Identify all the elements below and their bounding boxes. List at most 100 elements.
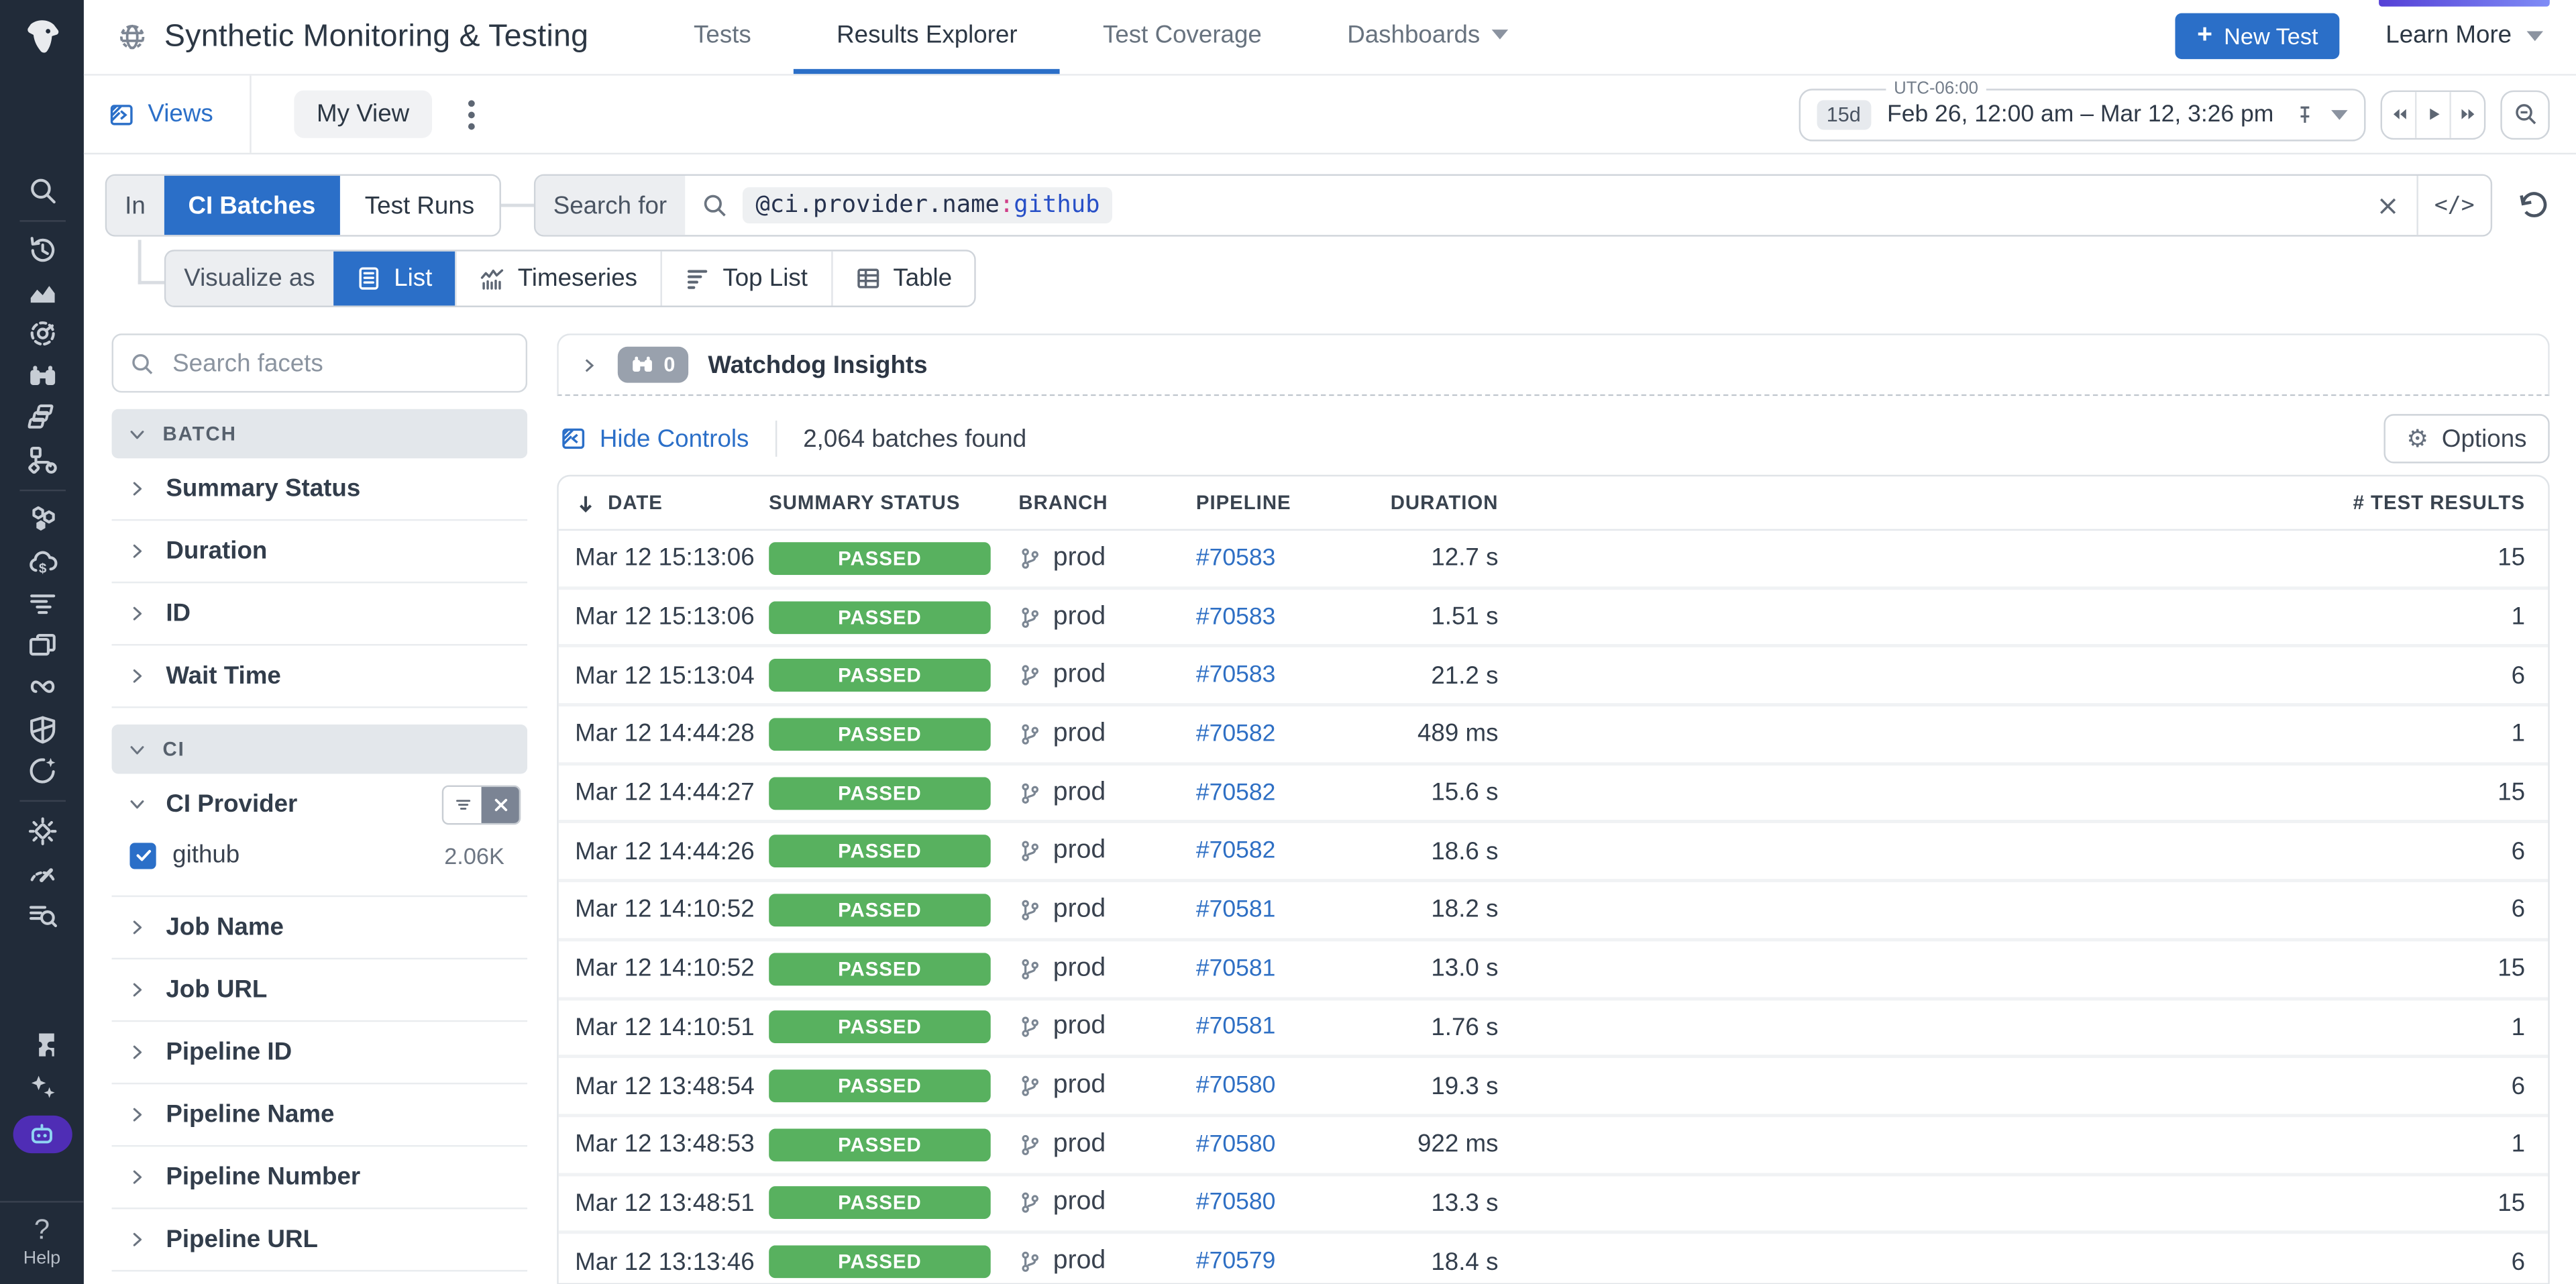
- options-button[interactable]: ⚙ Options: [2383, 414, 2550, 463]
- synthetics-sparkle-icon[interactable]: [0, 750, 84, 792]
- query-token[interactable]: @ci.provider.name:github: [743, 187, 1113, 223]
- scope-ci-batches[interactable]: CI Batches: [164, 176, 340, 235]
- pipeline-link[interactable]: #70580: [1196, 1073, 1276, 1099]
- learn-more-button[interactable]: Learn More: [2379, 0, 2550, 49]
- pipeline-link[interactable]: #70581: [1196, 1014, 1276, 1040]
- table-row[interactable]: Mar 12 15:13:04PASSEDprod#7058321.2 s6: [559, 645, 2548, 703]
- column-duration[interactable]: DURATION: [1354, 491, 1499, 514]
- facet-pipeline-number[interactable]: Pipeline Number: [112, 1146, 528, 1209]
- viz-top-list[interactable]: Top List: [660, 252, 830, 306]
- rum-icon[interactable]: [0, 625, 84, 666]
- cloud-cost-icon[interactable]: $: [0, 541, 84, 582]
- facet-duration[interactable]: Duration: [112, 521, 528, 583]
- table-row[interactable]: Mar 12 15:13:06PASSEDprod#705831.51 s1: [559, 586, 2548, 645]
- table-row[interactable]: Mar 12 14:10:51PASSEDprod#705811.76 s1: [559, 996, 2548, 1055]
- pipeline-link[interactable]: #70582: [1196, 780, 1276, 806]
- search-input[interactable]: @ci.provider.name:github: [685, 176, 2416, 235]
- time-range-picker[interactable]: UTC-06:00 15d Feb 26, 12:00 am – Mar 12,…: [1799, 88, 2365, 140]
- facet-clear-button[interactable]: [482, 786, 519, 822]
- table-row[interactable]: Mar 12 13:48:51PASSEDprod#7058013.3 s15: [559, 1173, 2548, 1231]
- hide-controls-button[interactable]: Hide Controls: [557, 425, 749, 453]
- time-play-button[interactable]: [2415, 91, 2449, 138]
- view-menu-kebab-icon[interactable]: [462, 93, 482, 136]
- facet-job-name[interactable]: Job Name: [112, 897, 528, 959]
- infrastructure-icon[interactable]: [0, 498, 84, 540]
- tab-test-coverage[interactable]: Test Coverage: [1060, 0, 1304, 74]
- table-row[interactable]: Mar 12 14:44:28PASSEDprod#70582489 ms1: [559, 703, 2548, 761]
- facet-wait-time[interactable]: Wait Time: [112, 645, 528, 708]
- facet-pipeline-id[interactable]: Pipeline ID: [112, 1022, 528, 1084]
- column-branch[interactable]: BRANCH: [1018, 491, 1195, 514]
- table-row[interactable]: Mar 12 15:13:06PASSEDprod#7058312.7 s15: [559, 531, 2548, 586]
- pin-icon[interactable]: [2294, 103, 2316, 125]
- watchdog-insights-panel[interactable]: 0 Watchdog Insights: [557, 333, 2550, 396]
- current-view-chip[interactable]: My View: [294, 91, 433, 138]
- bits-ai-icon[interactable]: [12, 1115, 71, 1153]
- time-backward-button[interactable]: [2382, 91, 2415, 138]
- facet-group-ci[interactable]: CI: [112, 725, 528, 773]
- raw-query-icon[interactable]: </>: [2416, 176, 2490, 235]
- software-delivery-icon[interactable]: [0, 313, 84, 355]
- facet-value-github[interactable]: github2.06K: [112, 835, 528, 875]
- facet-id[interactable]: ID: [112, 583, 528, 645]
- table-row[interactable]: Mar 12 14:10:52PASSEDprod#7058118.2 s6: [559, 879, 2548, 938]
- table-row[interactable]: Mar 12 14:44:26PASSEDprod#7058218.6 s6: [559, 820, 2548, 879]
- log-search-icon[interactable]: [0, 894, 84, 935]
- pipeline-link[interactable]: #70580: [1196, 1132, 1276, 1158]
- pipeline-link[interactable]: #70583: [1196, 662, 1276, 688]
- range-shortcut-chip[interactable]: 15d: [1817, 99, 1870, 129]
- chevron-down-icon[interactable]: [2331, 109, 2347, 119]
- new-test-button[interactable]: + New Test: [2176, 13, 2339, 60]
- column-test-results[interactable]: # TEST RESULTS: [2312, 491, 2548, 514]
- facet-pipeline-url[interactable]: Pipeline URL: [112, 1209, 528, 1271]
- facet-job-url[interactable]: Job URL: [112, 959, 528, 1022]
- pipeline-link[interactable]: #70581: [1196, 897, 1276, 923]
- datadog-logo[interactable]: [14, 11, 70, 67]
- apm-traces-icon[interactable]: [0, 582, 84, 624]
- integrations-icon[interactable]: [0, 1024, 84, 1066]
- table-row[interactable]: Mar 12 13:13:46PASSEDprod#7057918.4 s6: [559, 1231, 2548, 1284]
- containers-icon[interactable]: [0, 396, 84, 438]
- views-button[interactable]: Views: [109, 100, 250, 128]
- table-row[interactable]: Mar 12 13:48:54PASSEDprod#7058019.3 s6: [559, 1055, 2548, 1114]
- column-date[interactable]: DATE: [559, 491, 769, 514]
- zoom-out-button[interactable]: [2500, 89, 2549, 138]
- tab-results-explorer[interactable]: Results Explorer: [794, 0, 1060, 74]
- reset-query-icon[interactable]: [2517, 189, 2550, 222]
- metrics-icon[interactable]: [0, 271, 84, 313]
- facet-ci-provider[interactable]: CI Provider: [112, 773, 528, 835]
- scope-test-runs[interactable]: Test Runs: [340, 176, 499, 235]
- table-row[interactable]: Mar 12 14:44:27PASSEDprod#7058215.6 s15: [559, 762, 2548, 820]
- pipeline-link[interactable]: #70581: [1196, 955, 1276, 981]
- quality-gauge-icon[interactable]: [0, 852, 84, 894]
- column-summary-status[interactable]: SUMMARY STATUS: [769, 491, 1018, 514]
- table-row[interactable]: Mar 12 13:48:53PASSEDprod#70580922 ms1: [559, 1114, 2548, 1172]
- error-tracking-icon[interactable]: [0, 810, 84, 851]
- tab-dashboards[interactable]: Dashboards: [1305, 0, 1551, 74]
- pipeline-link[interactable]: #70583: [1196, 545, 1276, 572]
- pipeline-link[interactable]: #70582: [1196, 839, 1276, 865]
- ai-sparkles-icon[interactable]: [0, 1066, 84, 1108]
- search-icon[interactable]: [0, 169, 84, 211]
- facet-stage-name[interactable]: Stage Name: [112, 1272, 528, 1284]
- facet-pipeline-name[interactable]: Pipeline Name: [112, 1084, 528, 1146]
- pipeline-link[interactable]: #70583: [1196, 604, 1276, 630]
- time-forward-button[interactable]: [2449, 91, 2483, 138]
- help-button[interactable]: ? Help: [0, 1200, 84, 1284]
- pipeline-link[interactable]: #70579: [1196, 1248, 1276, 1275]
- checkbox-checked[interactable]: [129, 842, 156, 868]
- facet-summary-status[interactable]: Summary Status: [112, 458, 528, 521]
- column-pipeline[interactable]: PIPELINE: [1196, 491, 1354, 514]
- viz-table[interactable]: Table: [830, 252, 975, 306]
- security-icon[interactable]: [0, 708, 84, 750]
- clear-search-icon[interactable]: [2375, 193, 2400, 218]
- viz-timeseries[interactable]: Timeseries: [455, 252, 661, 306]
- ci-pipelines-icon[interactable]: [0, 666, 84, 708]
- pipeline-link[interactable]: #70582: [1196, 721, 1276, 747]
- watchdog-icon[interactable]: [0, 355, 84, 396]
- service-map-icon[interactable]: [0, 439, 84, 480]
- tab-tests[interactable]: Tests: [651, 0, 794, 74]
- facet-search-input[interactable]: [169, 347, 509, 379]
- recent-history-icon[interactable]: [0, 229, 84, 271]
- table-row[interactable]: Mar 12 14:10:52PASSEDprod#7058113.0 s15: [559, 938, 2548, 996]
